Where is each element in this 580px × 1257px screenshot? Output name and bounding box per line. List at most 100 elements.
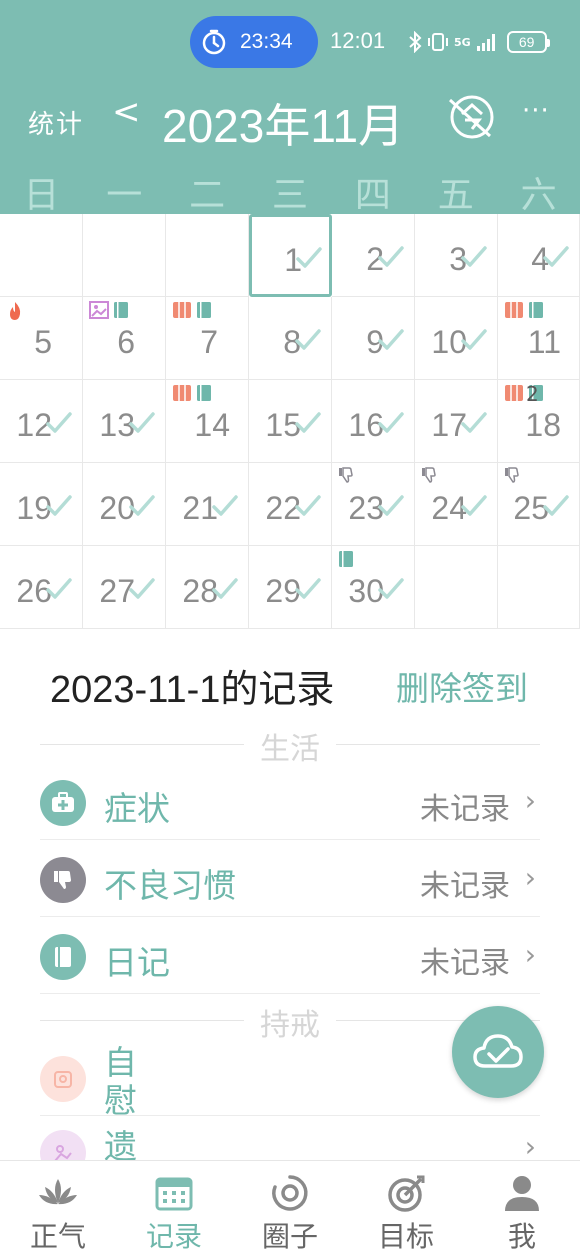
calendar-day-cell[interactable]: 2 18	[498, 380, 580, 463]
calendar-day-cell[interactable]: 10	[415, 297, 498, 380]
calendar-day-cell[interactable]: 16	[332, 380, 415, 463]
checkin-check-icon	[129, 576, 155, 602]
calendar-day-cell[interactable]: 29	[249, 546, 332, 629]
calendar-empty-cell	[166, 214, 249, 297]
calendar-day-cell[interactable]: 7	[166, 297, 249, 380]
weekday-header: 日 一 二 三 四 五 六	[0, 166, 580, 216]
checkin-check-icon	[46, 576, 72, 602]
thumb-icon	[421, 467, 437, 487]
checkin-check-icon	[295, 410, 321, 436]
signal-icon	[476, 29, 498, 55]
calendar-day-cell[interactable]: 19	[0, 463, 83, 546]
delete-checkin-button[interactable]: 删除签到	[396, 662, 528, 710]
precept-row-emission[interactable]: 遗 ›	[40, 1116, 540, 1160]
record-row-symptoms[interactable]: 症状 未记录 ›	[40, 764, 540, 840]
cloud-sync-button[interactable]	[452, 1006, 544, 1098]
day-badges	[6, 301, 24, 325]
calendar-grid: 1 2 3 4 5 6 7 8 9 10 11 12 13 14 15 16 17 2 18 19 20 21 22 23 24…	[0, 214, 580, 630]
tab-circle[interactable]: 圈子	[232, 1161, 348, 1257]
checkin-check-icon	[378, 244, 404, 270]
record-row-bad-habits[interactable]: 不良习惯 未记录 ›	[40, 841, 540, 917]
timer-text: 23:34	[240, 30, 293, 53]
tab-label: 正气	[29, 1220, 86, 1253]
tab-label: 我	[507, 1220, 536, 1253]
tab-label: 目标	[377, 1220, 434, 1253]
circle-icon	[272, 1175, 308, 1211]
calendar-day-cell[interactable]: 12	[0, 380, 83, 463]
row-value: 未记录	[420, 792, 510, 827]
spill-icon	[40, 1130, 86, 1160]
weekday-label: 六	[520, 175, 557, 216]
more-icon[interactable]: ···	[522, 96, 550, 126]
day-badges	[172, 301, 212, 323]
status-clock: 12:01	[330, 28, 386, 53]
badge-count: 2	[526, 382, 539, 406]
vibrate-icon	[427, 29, 449, 55]
tab-me[interactable]: 我	[464, 1161, 580, 1257]
calendar-day-cell[interactable]: 22	[249, 463, 332, 546]
tab-zhengqi[interactable]: 正气	[0, 1161, 116, 1257]
weekday-label: 四	[354, 175, 391, 216]
calendar-day-cell[interactable]: 26	[0, 546, 83, 629]
fire-icon	[6, 301, 24, 325]
calendar-day-cell[interactable]: 8	[249, 297, 332, 380]
month-title: 2023年11月	[162, 100, 405, 152]
calendar-day-cell[interactable]: 25	[498, 463, 580, 546]
calendar-day-cell[interactable]: 30	[332, 546, 415, 629]
calendar-day-cell[interactable]: 24	[415, 463, 498, 546]
row-label: 遗	[104, 1127, 137, 1160]
calendar-day-cell[interactable]: 20	[83, 463, 166, 546]
prev-month-button[interactable]: <	[112, 92, 141, 132]
calendar-day-cell[interactable]: 2	[332, 214, 415, 297]
checkin-check-icon	[212, 493, 238, 519]
timer-icon	[202, 29, 226, 55]
calendar-day-cell[interactable]: 21	[166, 463, 249, 546]
checkin-check-icon	[295, 493, 321, 519]
day-badges	[338, 550, 354, 572]
day-badges	[504, 301, 544, 323]
row-label: 不良习惯	[104, 866, 236, 905]
bluetooth-icon	[408, 29, 422, 55]
day-badges	[504, 467, 520, 487]
stats-button[interactable]: 统计	[28, 104, 84, 141]
calendar-day-cell[interactable]: 13	[83, 380, 166, 463]
row-label: 自慰	[104, 1043, 137, 1120]
row-value: 未记录	[420, 869, 510, 904]
calendar-empty-cell	[415, 546, 498, 629]
calendar-day-cell[interactable]: 15	[249, 380, 332, 463]
spill-icon	[89, 301, 109, 323]
weekday-label: 日	[23, 175, 60, 216]
lotus-icon	[39, 1179, 77, 1205]
quit-icon[interactable]	[446, 92, 496, 142]
calendar-day-cell[interactable]: 5	[0, 297, 83, 380]
section-label: 生活	[260, 732, 320, 767]
calendar-day-cell[interactable]: 17	[415, 380, 498, 463]
calendar-day-cell[interactable]: 23	[332, 463, 415, 546]
app-header: 23:34 12:01 5G 69 统计 < 2023年11月 ··· 日 一 …	[0, 0, 580, 216]
timer-pill[interactable]: 23:34	[190, 16, 318, 68]
checkin-check-icon	[212, 576, 238, 602]
checkin-check-icon	[461, 410, 487, 436]
weekday-label: 一	[106, 175, 143, 216]
day-number: 11	[527, 324, 561, 360]
calendar-day-cell[interactable]: 3	[415, 214, 498, 297]
calendar-day-cell[interactable]: 9	[332, 297, 415, 380]
calendar-day-cell[interactable]: 14	[166, 380, 249, 463]
calendar-day-cell[interactable]: 6	[83, 297, 166, 380]
diary-icon	[196, 301, 212, 323]
weekday-label: 五	[437, 175, 474, 216]
row-value: 未记录	[420, 946, 510, 981]
calendar-day-cell[interactable]: 1	[249, 214, 332, 297]
checkin-check-icon	[296, 245, 322, 271]
calendar-day-cell[interactable]: 4	[498, 214, 580, 297]
tab-goals[interactable]: 目标	[348, 1161, 464, 1257]
day-badges	[89, 301, 129, 323]
tab-records[interactable]: 记录	[116, 1161, 232, 1257]
record-row-diary[interactable]: 日记 未记录 ›	[40, 918, 540, 994]
checkin-check-icon	[295, 327, 321, 353]
roll-icon	[504, 301, 524, 323]
calendar-day-cell[interactable]: 11	[498, 297, 580, 380]
calendar-day-cell[interactable]: 27	[83, 546, 166, 629]
day-badges	[421, 467, 437, 487]
calendar-day-cell[interactable]: 28	[166, 546, 249, 629]
